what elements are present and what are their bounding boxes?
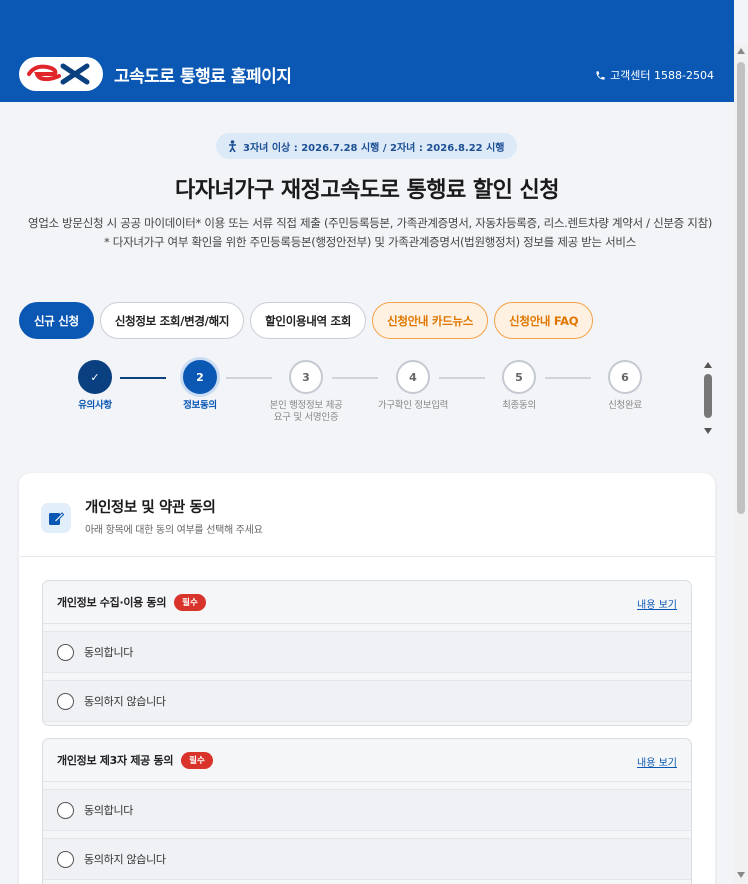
scroll-up-arrow-icon[interactable] (737, 48, 745, 54)
progress-stepper: ✓ 유의사항 2 정보동의 3 본인 행정정보 제공 요구 및 서명인증 4 가… (62, 360, 662, 446)
view-details-link[interactable]: 내용 보기 (637, 596, 677, 611)
scrollbar-thumb[interactable] (737, 62, 745, 514)
radio-option-agree[interactable]: 동의합니다 (43, 789, 691, 831)
scroll-down-arrow-icon[interactable] (704, 428, 712, 434)
consent-third-party: 개인정보 제3자 제공 동의 필수 내용 보기 동의합니다 동의하지 않습니다 (42, 738, 692, 884)
person-icon (229, 140, 236, 152)
consent-header: 개인정보 수집·이용 동의 필수 내용 보기 (43, 581, 691, 624)
step-number: 2 (183, 360, 217, 394)
step-6: 6 신청완료 (585, 360, 665, 412)
step-number: 4 (396, 360, 430, 394)
radio-button[interactable] (57, 801, 74, 819)
step-label: 정보동의 (183, 400, 217, 411)
option-label: 동의하지 않습니다 (84, 853, 166, 866)
step-label: 신청완료 (608, 400, 642, 411)
stepper-scroll-thumb[interactable] (704, 374, 712, 418)
tab-discount-history[interactable]: 할인이용내역 조회 (250, 302, 367, 339)
consent-collection-use: 개인정보 수집·이용 동의 필수 내용 보기 동의합니다 동의하지 않습니다 (42, 580, 692, 726)
phone-icon (596, 70, 605, 80)
option-label: 동의합니다 (84, 804, 134, 817)
card-title: 개인정보 및 약관 동의 (85, 500, 216, 516)
notice-badge: 3자녀 이상 : 2026.7.28 시행 / 2자녀 : 2026.8.22 … (216, 133, 517, 159)
stepper-scrollbar[interactable] (702, 362, 714, 434)
step-3: 3 본인 행정정보 제공 요구 및 서명인증 (266, 360, 346, 424)
ex-logo[interactable] (19, 57, 103, 91)
scroll-up-arrow-icon[interactable] (704, 362, 712, 368)
option-label: 동의합니다 (84, 646, 134, 659)
radio-button[interactable] (57, 643, 74, 661)
step-5: 5 최종동의 (479, 360, 559, 412)
description-text: 영업소 방문신청 시 공공 마이데이터* 이용 또는 서류 직접 제출 (주민등… (27, 216, 713, 230)
consent-header: 개인정보 제3자 제공 동의 필수 내용 보기 (43, 739, 691, 782)
tab-faq[interactable]: 신청안내 FAQ (494, 302, 594, 339)
consent-title: 개인정보 제3자 제공 동의 (57, 754, 174, 767)
customer-center-phone[interactable]: 고객센터 1588-2504 (595, 67, 714, 83)
view-details-link[interactable]: 내용 보기 (637, 754, 677, 769)
required-badge: 필수 (181, 751, 213, 769)
card-header: 개인정보 및 약관 동의 아래 항목에 대한 동의 여부를 선택해 주세요 (19, 473, 715, 557)
step-label: 가구확인 정보입력 (377, 400, 449, 411)
card-subtitle: 아래 항목에 대한 동의 여부를 선택해 주세요 (85, 525, 263, 536)
required-badge: 필수 (174, 593, 206, 611)
edit-document-icon (41, 503, 71, 533)
step-label: 유의사항 (78, 400, 112, 411)
tab-new-application[interactable]: 신규 신청 (19, 302, 94, 339)
radio-option-disagree[interactable]: 동의하지 않습니다 (43, 838, 691, 880)
tab-inquiry-change-cancel[interactable]: 신청정보 조회/변경/해지 (99, 302, 245, 339)
step-label: 최종동의 (502, 400, 536, 411)
step-number: 6 (608, 360, 642, 394)
radio-option-agree[interactable]: 동의합니다 (43, 631, 691, 673)
tab-card-news[interactable]: 신청안내 카드뉴스 (372, 302, 489, 339)
step-number: 3 (289, 360, 323, 394)
site-title[interactable]: 고속도로 통행료 홈페이지 (114, 62, 292, 87)
consent-title: 개인정보 수집·이용 동의 (57, 596, 167, 609)
phone-label: 고객센터 1588-2504 (610, 69, 714, 82)
consent-card: 개인정보 및 약관 동의 아래 항목에 대한 동의 여부를 선택해 주세요 개인… (19, 473, 715, 884)
ex-logo-icon (27, 63, 90, 85)
notice-text: 3자녀 이상 : 2026.7.28 시행 / 2자녀 : 2026.8.22 … (243, 142, 505, 154)
radio-button[interactable] (57, 692, 74, 710)
step-4: 4 가구확인 정보입력 (373, 360, 453, 412)
step-label: 본인 행정정보 제공 요구 및 서명인증 (269, 400, 343, 423)
check-icon: ✓ (78, 360, 112, 394)
description-note: * 다자녀가구 여부 확인을 위한 주민등록등본(행정안전부) 및 가족관계증명… (104, 235, 636, 249)
page-title: 다자녀가구 재정고속도로 통행료 할인 신청 (175, 178, 559, 203)
page-description: 영업소 방문신청 시 공공 마이데이터* 이용 또는 서류 직접 제출 (주민등… (20, 214, 720, 252)
step-2: 2 정보동의 (160, 360, 240, 412)
menu-tabs: 신규 신청 신청정보 조회/변경/해지 할인이용내역 조회 신청안내 카드뉴스 … (19, 302, 594, 339)
scroll-down-arrow-icon[interactable] (737, 872, 745, 878)
page-scrollbar[interactable] (734, 44, 748, 884)
site-header: 고속도로 통행료 홈페이지 고객센터 1588-2504 (0, 0, 734, 102)
radio-button[interactable] (57, 850, 74, 868)
step-1: ✓ 유의사항 (55, 360, 135, 412)
step-number: 5 (502, 360, 536, 394)
radio-option-disagree[interactable]: 동의하지 않습니다 (43, 680, 691, 722)
option-label: 동의하지 않습니다 (84, 695, 166, 708)
